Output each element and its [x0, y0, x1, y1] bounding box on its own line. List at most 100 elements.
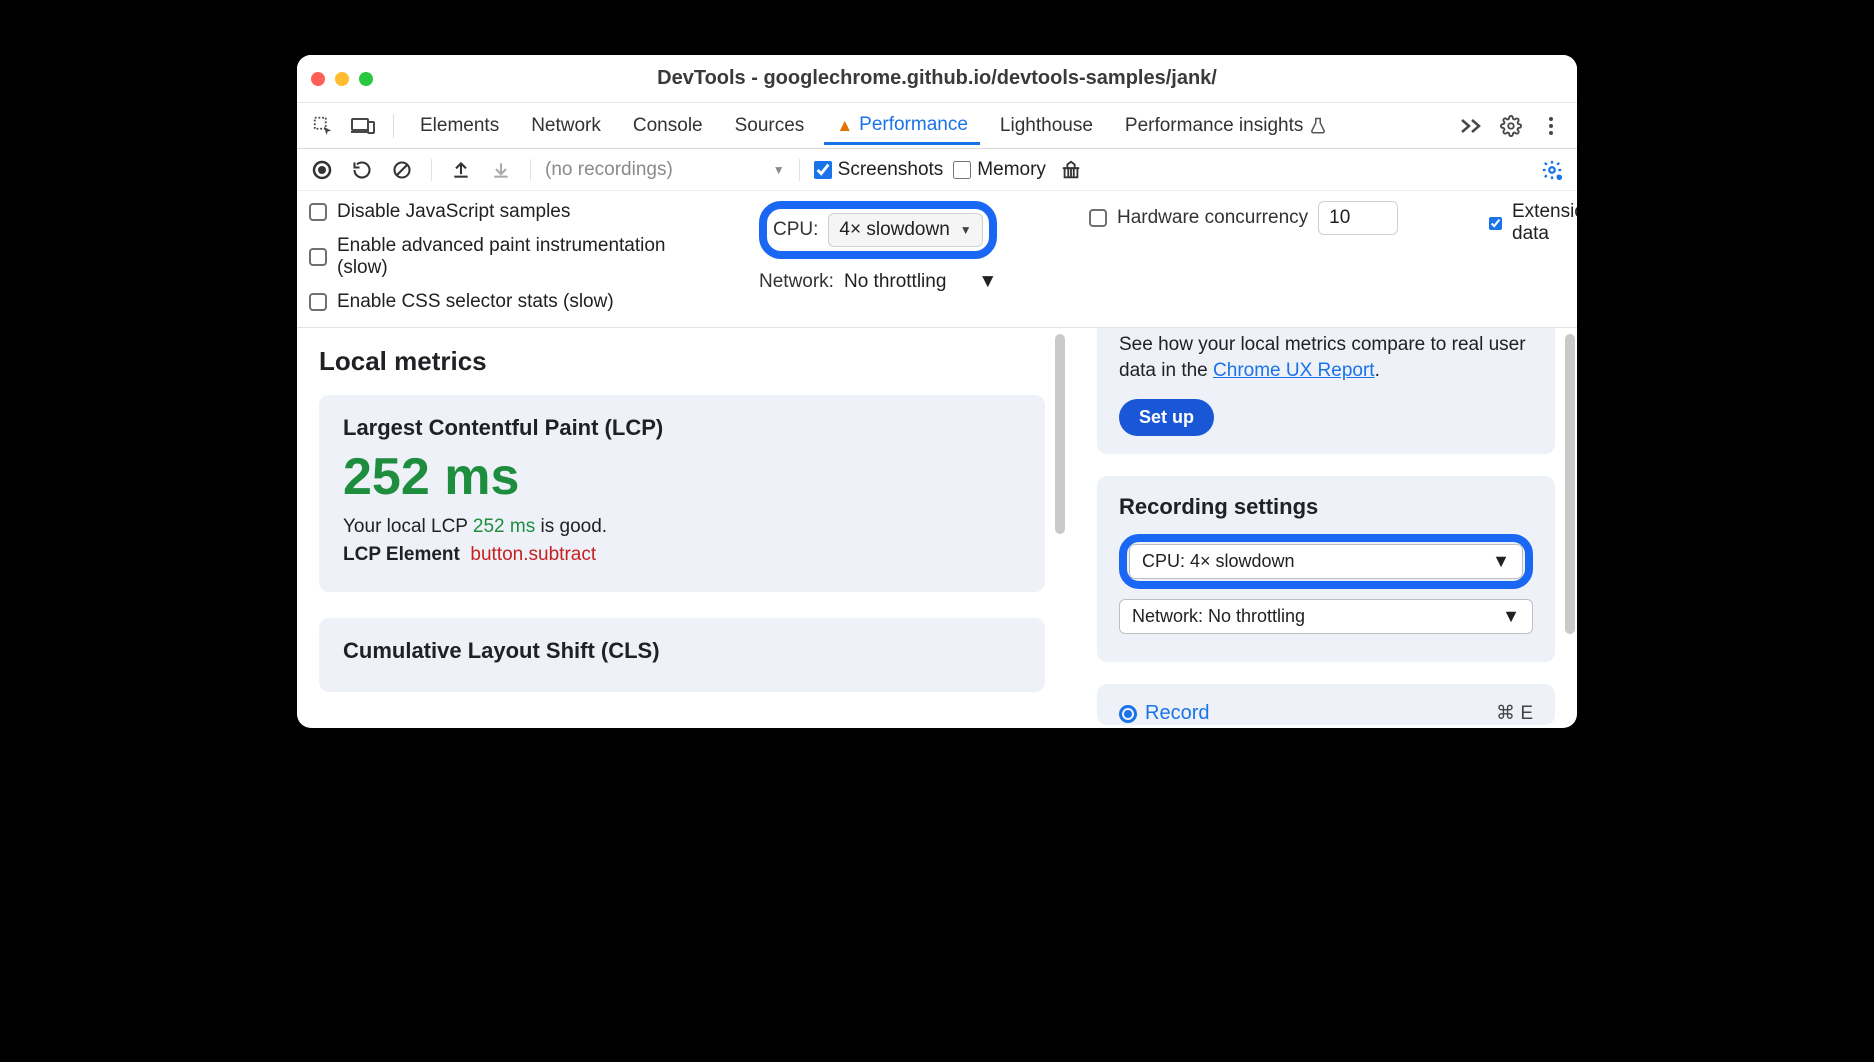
hardware-concurrency-row[interactable]: Hardware concurrency 10: [1089, 201, 1479, 235]
capture-settings-icon[interactable]: [1537, 155, 1567, 185]
lcp-element-value[interactable]: button.subtract: [470, 544, 596, 565]
field-data-desc: See how your local metrics compare to re…: [1119, 332, 1533, 383]
checkbox-icon: [309, 293, 327, 311]
checkbox-label: Enable CSS selector stats (slow): [337, 291, 614, 313]
kebab-menu-icon[interactable]: [1535, 110, 1567, 142]
setup-button[interactable]: Set up: [1119, 399, 1214, 436]
select-value: Network: No throttling: [1132, 606, 1305, 627]
hw-concurrency-input[interactable]: 10: [1318, 201, 1398, 235]
chevron-down-icon: ▼: [978, 271, 997, 293]
extension-data-checkbox-input[interactable]: [1489, 217, 1502, 230]
separator: [530, 159, 531, 181]
checkbox-label: Extension data: [1512, 201, 1577, 245]
zoom-window-button[interactable]: [359, 72, 373, 86]
recording-network-select[interactable]: Network: No throttling ▼: [1119, 599, 1533, 634]
enable-paint-instrumentation-checkbox[interactable]: Enable advanced paint instrumentation (s…: [309, 235, 749, 279]
local-metrics-pane: Local metrics Largest Contentful Paint (…: [297, 328, 1067, 728]
disable-js-samples-checkbox[interactable]: Disable JavaScript samples: [309, 201, 749, 223]
devtools-window: DevTools - googlechrome.github.io/devtoo…: [297, 55, 1577, 728]
separator: [799, 159, 800, 181]
record-action[interactable]: Record: [1119, 702, 1209, 725]
scrollbar[interactable]: [1055, 334, 1065, 534]
titlebar: DevTools - googlechrome.github.io/devtoo…: [297, 55, 1577, 103]
recording-cpu-select[interactable]: CPU: 4× slowdown ▼: [1129, 544, 1523, 579]
cpu-label: CPU:: [773, 219, 818, 241]
local-metrics-heading: Local metrics: [319, 346, 1045, 377]
record-icon: [1119, 705, 1137, 723]
hw-concurrency-label: Hardware concurrency: [1117, 207, 1308, 229]
device-toolbar-icon[interactable]: [347, 110, 379, 142]
checkbox-icon: [1089, 209, 1107, 227]
record-panel: Record ⌘ E: [1097, 684, 1555, 725]
tab-label: Console: [633, 115, 703, 137]
tab-console[interactable]: Console: [621, 107, 715, 145]
more-tabs-icon[interactable]: [1455, 110, 1487, 142]
tab-sources[interactable]: Sources: [723, 107, 817, 145]
lcp-inline-value: 252 ms: [473, 516, 535, 537]
checkbox-label: Screenshots: [838, 159, 944, 181]
lcp-card: Largest Contentful Paint (LCP) 252 ms Yo…: [319, 395, 1045, 592]
panel-tabbar: Elements Network Console Sources ▲ Perfo…: [297, 103, 1577, 149]
cpu-throttling-highlight: CPU: 4× slowdown ▼: [759, 201, 997, 259]
chevron-down-icon: ▼: [773, 163, 785, 177]
checkbox-label: Disable JavaScript samples: [337, 201, 570, 223]
inspect-element-icon[interactable]: [307, 110, 339, 142]
flask-icon: [1309, 117, 1327, 135]
warning-icon: ▲: [836, 117, 853, 134]
text: Your local LCP: [343, 516, 473, 537]
reload-record-button[interactable]: [347, 155, 377, 185]
enable-css-selector-stats-checkbox[interactable]: Enable CSS selector stats (slow): [309, 291, 749, 313]
clear-button[interactable]: [387, 155, 417, 185]
chevron-down-icon: ▼: [1492, 551, 1510, 572]
extension-data-checkbox[interactable]: Extension data: [1489, 201, 1577, 245]
tab-performance-insights[interactable]: Performance insights: [1113, 107, 1339, 145]
record-label: Record: [1145, 702, 1209, 725]
field-data-panel: See how your local metrics compare to re…: [1097, 328, 1555, 454]
cpu-throttling-select[interactable]: 4× slowdown ▼: [828, 213, 982, 247]
checkbox-icon: [309, 248, 327, 266]
close-window-button[interactable]: [311, 72, 325, 86]
collect-garbage-icon[interactable]: [1056, 155, 1086, 185]
tab-performance[interactable]: ▲ Performance: [824, 106, 980, 145]
tab-network[interactable]: Network: [519, 107, 613, 145]
lcp-element-label: LCP Element: [343, 544, 460, 565]
tab-label: Performance: [859, 114, 968, 136]
cls-title: Cumulative Layout Shift (CLS): [343, 638, 1021, 664]
tab-label: Performance insights: [1125, 115, 1303, 137]
select-value: No throttling: [844, 271, 946, 293]
load-profile-icon[interactable]: [446, 155, 476, 185]
recording-picker-label: (no recordings): [545, 159, 673, 181]
chevron-down-icon: ▼: [1502, 606, 1520, 627]
network-label: Network:: [759, 271, 834, 293]
tab-label: Network: [531, 115, 601, 137]
chevron-down-icon: ▼: [960, 223, 972, 237]
settings-icon[interactable]: [1495, 110, 1527, 142]
checkbox-icon: [309, 203, 327, 221]
screenshots-checkbox[interactable]: Screenshots: [814, 159, 944, 181]
memory-checkbox[interactable]: Memory: [953, 159, 1046, 181]
tab-label: Lighthouse: [1000, 115, 1093, 137]
lcp-element-line: LCP Element button.subtract: [343, 544, 1021, 566]
text: is good.: [535, 516, 607, 537]
lcp-status-line: Your local LCP 252 ms is good.: [343, 516, 1021, 538]
window-title: DevTools - googlechrome.github.io/devtoo…: [297, 67, 1577, 90]
save-profile-icon[interactable]: [486, 155, 516, 185]
tab-label: Elements: [420, 115, 499, 137]
separator: [431, 159, 432, 181]
record-shortcut: ⌘ E: [1496, 702, 1533, 725]
scrollbar[interactable]: [1565, 334, 1575, 634]
tab-elements[interactable]: Elements: [408, 107, 511, 145]
capture-settings: Disable JavaScript samples Enable advanc…: [297, 191, 1577, 328]
tab-label: Sources: [735, 115, 805, 137]
recording-settings-panel: Recording settings CPU: 4× slowdown ▼ Ne…: [1097, 476, 1555, 662]
memory-checkbox-input[interactable]: [953, 161, 971, 179]
recording-picker[interactable]: (no recordings) ▼: [545, 159, 785, 181]
screenshots-checkbox-input[interactable]: [814, 161, 832, 179]
content-area: Local metrics Largest Contentful Paint (…: [297, 328, 1577, 728]
record-button[interactable]: [307, 155, 337, 185]
select-value: CPU: 4× slowdown: [1142, 551, 1295, 572]
network-throttling-select[interactable]: No throttling ▼: [844, 271, 997, 293]
tab-lighthouse[interactable]: Lighthouse: [988, 107, 1105, 145]
minimize-window-button[interactable]: [335, 72, 349, 86]
chrome-ux-report-link[interactable]: Chrome UX Report: [1213, 360, 1375, 381]
